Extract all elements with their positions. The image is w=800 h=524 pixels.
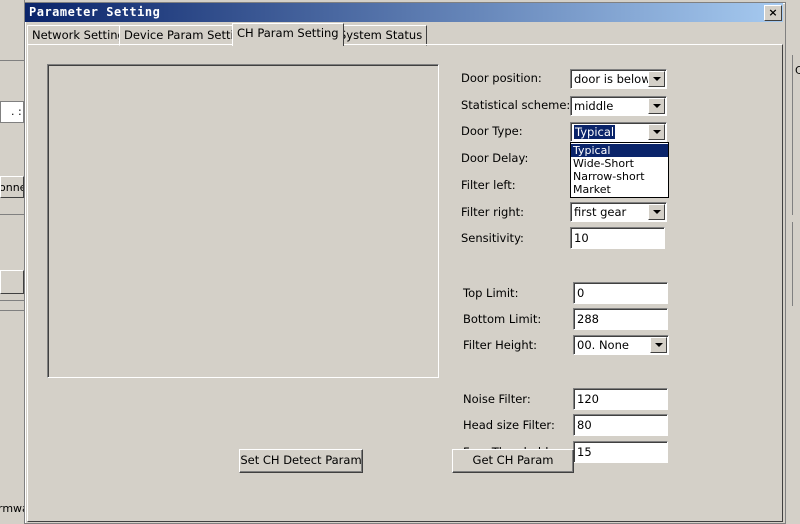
background-window-left: . : onne rmwa bbox=[0, 0, 29, 522]
background-button-text: onne bbox=[0, 181, 23, 194]
statistical-scheme-select[interactable]: middle bbox=[570, 96, 667, 116]
dropdown-option[interactable]: Typical bbox=[571, 144, 668, 157]
chevron-down-icon[interactable] bbox=[650, 337, 667, 353]
door-type-dropdown-list: Typical Wide-Short Narrow-short Market bbox=[570, 142, 669, 198]
door-type-select[interactable]: Typical bbox=[570, 122, 667, 142]
head-size-filter-value: 80 bbox=[577, 418, 592, 432]
background-connect-button[interactable]: onne bbox=[0, 176, 24, 198]
top-limit-value: 0 bbox=[577, 286, 585, 300]
forg-threshold-value: 15 bbox=[577, 445, 592, 459]
background-window-right: C bbox=[784, 0, 800, 522]
door-type-label: Door Type: bbox=[461, 124, 523, 138]
tab-system-status[interactable]: System Status bbox=[334, 25, 428, 46]
noise-filter-input[interactable]: 120 bbox=[573, 388, 668, 410]
background-panel bbox=[792, 55, 800, 215]
chevron-down-icon[interactable] bbox=[648, 71, 665, 87]
top-limit-input[interactable]: 0 bbox=[573, 282, 668, 304]
statistical-scheme-label: Statistical scheme: bbox=[461, 98, 571, 112]
bottom-limit-value: 288 bbox=[577, 312, 599, 326]
divider bbox=[0, 214, 24, 215]
door-position-select[interactable]: door is below bbox=[570, 69, 667, 89]
top-limit-label: Top Limit: bbox=[463, 286, 519, 300]
dropdown-option[interactable]: Narrow-short bbox=[571, 170, 668, 183]
chevron-down-icon[interactable] bbox=[648, 204, 665, 220]
background-input-text: . : bbox=[11, 105, 22, 118]
background-input[interactable]: . : bbox=[0, 101, 24, 123]
forg-threshold-input[interactable]: 15 bbox=[573, 441, 668, 463]
filter-right-label: Filter right: bbox=[461, 205, 525, 219]
filter-left-label: Filter left: bbox=[461, 178, 516, 192]
noise-filter-label: Noise Filter: bbox=[463, 392, 531, 406]
filter-right-select[interactable]: first gear bbox=[570, 202, 667, 222]
dropdown-option[interactable]: Wide-Short bbox=[571, 157, 668, 170]
door-position-label: Door position: bbox=[461, 71, 542, 85]
noise-filter-value: 120 bbox=[577, 392, 599, 406]
background-button[interactable] bbox=[0, 270, 24, 294]
filter-height-select[interactable]: 00. None bbox=[573, 335, 669, 355]
divider bbox=[0, 310, 24, 311]
door-delay-label: Door Delay: bbox=[461, 151, 529, 165]
bottom-limit-input[interactable]: 288 bbox=[573, 308, 668, 330]
head-size-filter-input[interactable]: 80 bbox=[573, 414, 668, 436]
divider bbox=[0, 300, 24, 301]
set-ch-detect-param-button[interactable]: Set CH Detect Param bbox=[239, 449, 363, 473]
background-right-text: C bbox=[795, 64, 800, 77]
chevron-down-icon[interactable] bbox=[648, 124, 665, 140]
sensitivity-value: 10 bbox=[574, 231, 589, 245]
door-position-value: door is below bbox=[574, 72, 651, 86]
background-panel bbox=[792, 222, 800, 306]
head-size-filter-label: Head size Filter: bbox=[463, 418, 555, 432]
close-button[interactable]: × bbox=[764, 5, 782, 21]
channel-preview-area[interactable] bbox=[47, 64, 439, 378]
window-title: Parameter Setting bbox=[29, 5, 161, 19]
divider bbox=[0, 60, 24, 61]
sensitivity-input[interactable]: 10 bbox=[570, 227, 665, 249]
bottom-limit-label: Bottom Limit: bbox=[463, 312, 542, 326]
filter-height-label: Filter Height: bbox=[463, 338, 538, 352]
title-bar[interactable]: Parameter Setting × bbox=[25, 3, 783, 22]
get-ch-param-button[interactable]: Get CH Param bbox=[452, 449, 574, 473]
filter-height-value: 00. None bbox=[577, 338, 629, 352]
sensitivity-label: Sensitivity: bbox=[461, 231, 524, 245]
door-type-value: Typical bbox=[574, 125, 616, 139]
chevron-down-icon[interactable] bbox=[648, 98, 665, 114]
filter-right-value: first gear bbox=[574, 205, 627, 219]
tab-ch-param-setting[interactable]: CH Param Setting bbox=[232, 23, 344, 46]
tab-network-setting[interactable]: Network Setting bbox=[27, 25, 130, 46]
parameter-setting-dialog: Parameter Setting × Network Setting Devi… bbox=[24, 2, 786, 524]
dropdown-option[interactable]: Market bbox=[571, 183, 668, 196]
statistical-scheme-value: middle bbox=[574, 99, 614, 113]
